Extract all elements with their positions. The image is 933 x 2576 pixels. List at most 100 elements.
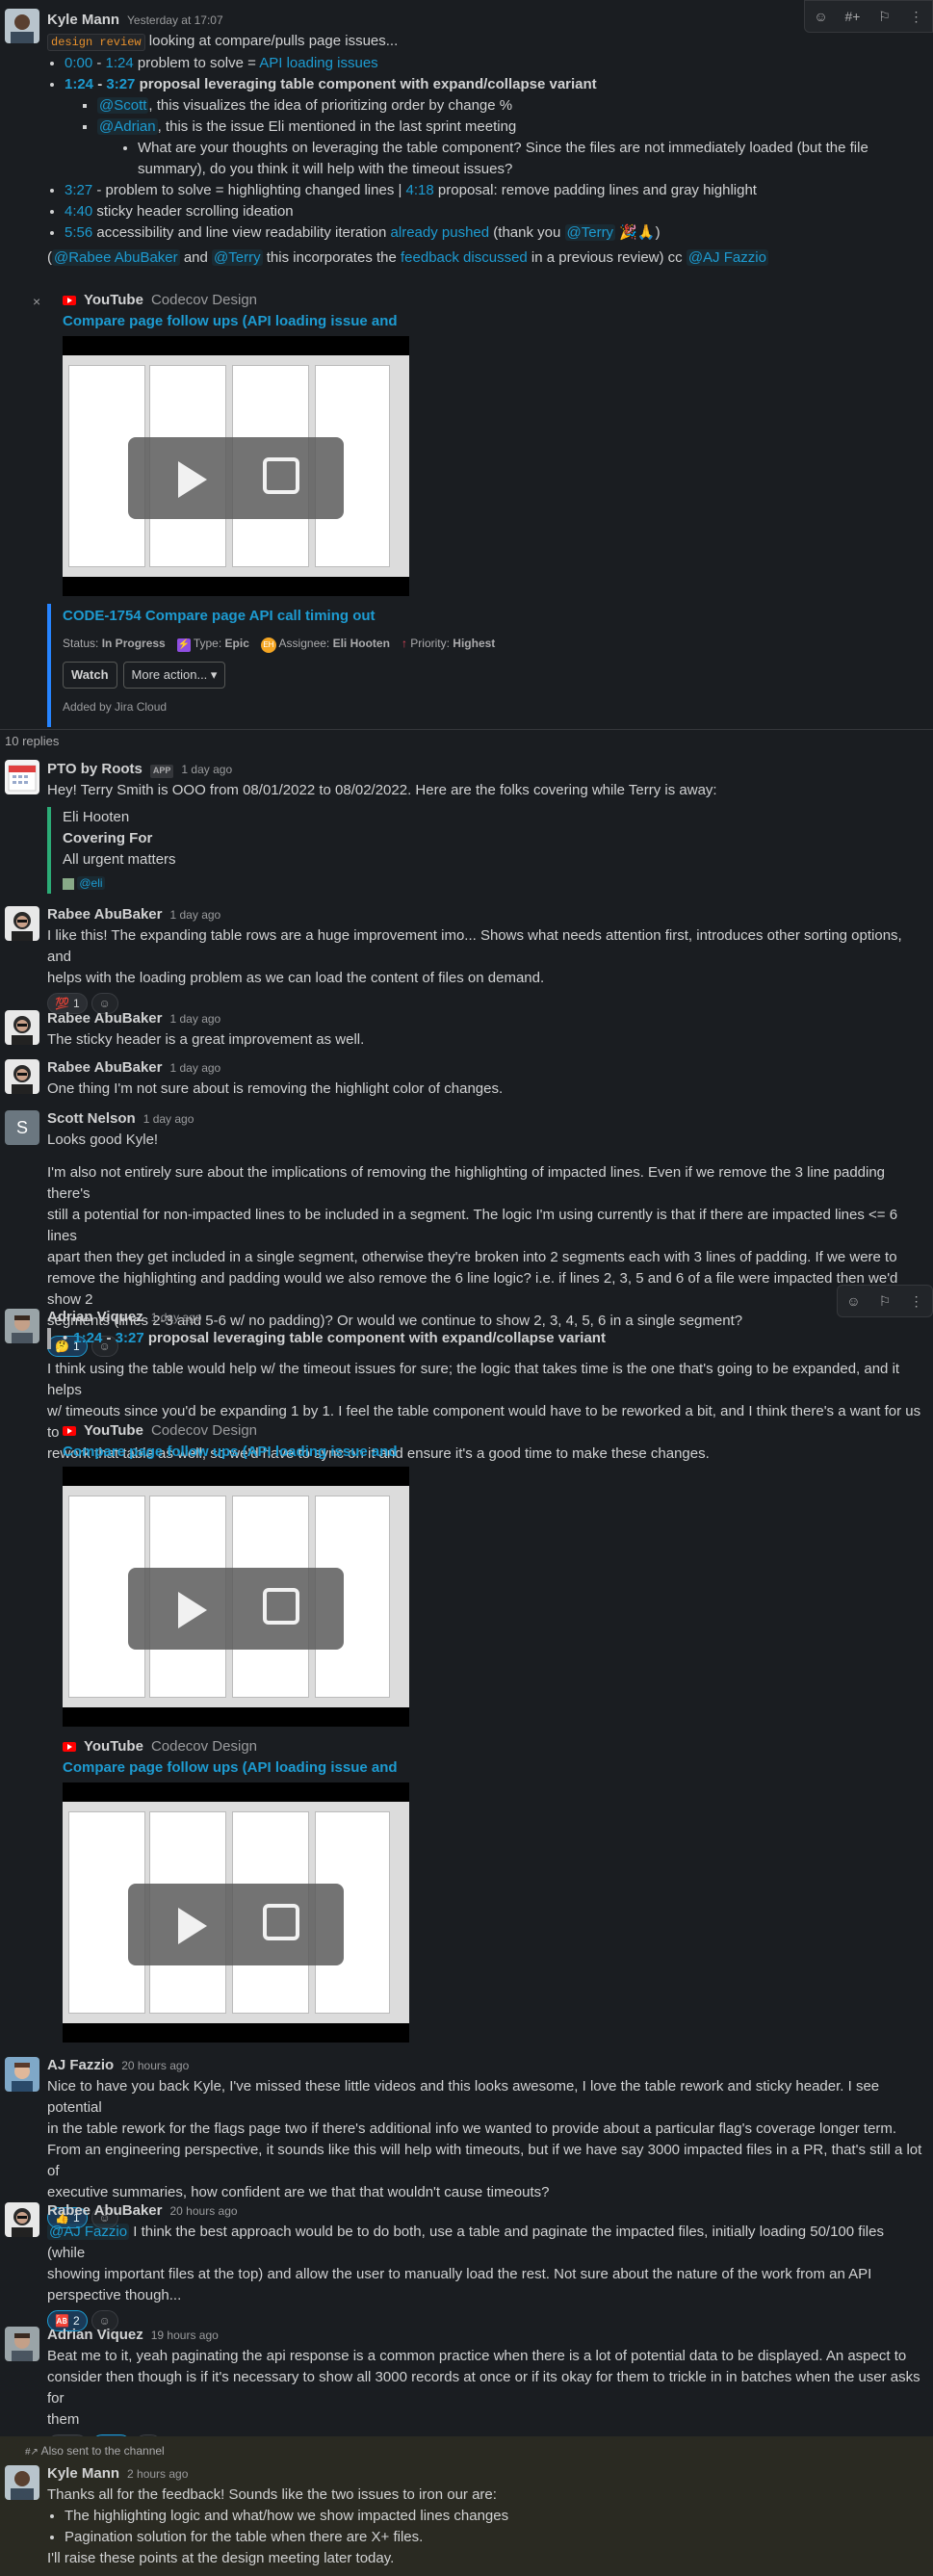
mention[interactable]: @AJ Fazzio	[47, 2224, 130, 2240]
yt-source[interactable]: YouTube	[84, 1736, 143, 1758]
play-icon[interactable]	[178, 461, 207, 498]
list-item: @Adrian, this is the issue Eli mentioned…	[97, 117, 925, 138]
timestamp[interactable]: 1 day ago	[170, 906, 221, 924]
yt-channel[interactable]: Codecov Design	[151, 290, 257, 312]
youtube-attachment: YouTube Codecov Design Compare page follo…	[63, 1420, 409, 1727]
yt-source[interactable]: YouTube	[84, 290, 143, 312]
message-rabee: Rabee AbuBaker 1 day ago I like this! The…	[0, 904, 933, 1015]
author-name[interactable]: Rabee AbuBaker	[47, 2200, 163, 2223]
timestamp-link[interactable]: 1:24	[73, 1330, 102, 1346]
tag-code: design review	[47, 34, 145, 51]
watch-button[interactable]: Watch	[63, 662, 117, 689]
jira-footer: Added by Jira Cloud	[63, 700, 168, 714]
close-icon[interactable]: ×	[33, 292, 40, 312]
api-loading-link[interactable]: API loading issues	[259, 55, 377, 71]
video-thumbnail[interactable]	[63, 336, 409, 596]
mention[interactable]: @Adrian	[97, 118, 158, 135]
author-name[interactable]: Adrian Viquez	[47, 2325, 143, 2347]
message-text: Thanks all for the feedback! Sounds like…	[47, 2486, 497, 2503]
mention[interactable]: @Scott	[97, 97, 149, 114]
timestamp-link[interactable]: 1:24	[106, 55, 134, 71]
timestamp-link[interactable]: 4:18	[406, 182, 434, 198]
timestamp[interactable]: 2 hours ago	[127, 2465, 188, 2483]
youtube-icon	[63, 296, 76, 305]
external-link-icon[interactable]	[263, 1904, 299, 1940]
list-item: 3:27 - problem to solve = highlighting c…	[65, 180, 925, 201]
timestamp[interactable]: 20 hours ago	[121, 2057, 189, 2074]
video-thumbnail[interactable]	[63, 1467, 409, 1727]
message-rabee: Rabee AbuBaker 1 day ago The sticky heade…	[0, 1008, 933, 1051]
author-name[interactable]: AJ Fazzio	[47, 2055, 114, 2077]
message-kyle: Kyle Mann Yesterday at 17:07 design revie…	[0, 10, 933, 269]
timestamp[interactable]: 19 hours ago	[151, 2327, 219, 2344]
yt-channel[interactable]: Codecov Design	[151, 1736, 257, 1758]
message-text: I'll raise these points at the design me…	[47, 2550, 395, 2566]
list-item: 4:40 sticky header scrolling ideation	[65, 201, 925, 222]
hashtag-arrow-icon: #↗	[25, 2447, 39, 2458]
timestamp[interactable]: Yesterday at 17:07	[127, 12, 223, 29]
mention[interactable]: @Terry	[212, 249, 263, 266]
cover-name: Eli Hooten	[63, 809, 130, 825]
user-avatar-icon	[63, 877, 74, 890]
video-thumbnail[interactable]	[63, 1782, 409, 2043]
author-name[interactable]: Rabee AbuBaker	[47, 904, 163, 926]
assignee-avatar-icon: EH	[260, 637, 276, 653]
message-text: looking at compare/pulls page issues...	[144, 33, 399, 49]
timestamp[interactable]: 1 day ago	[181, 761, 232, 778]
list-item: What are your thoughts on leveraging the…	[138, 138, 925, 180]
mention[interactable]: @Rabee AbuBaker	[52, 249, 180, 266]
timestamp[interactable]: 1 day ago	[170, 1010, 221, 1028]
list-item: 0:00 - 1:24 problem to solve = API loadi…	[65, 53, 925, 74]
youtube-icon	[63, 1742, 76, 1752]
timestamp[interactable]: 1 day ago	[143, 1110, 194, 1128]
play-icon[interactable]	[178, 1908, 207, 1944]
also-sent-label: #↗ Also sent to the channel	[25, 2444, 165, 2458]
timestamp[interactable]: 1 day ago	[151, 1309, 202, 1326]
yt-channel[interactable]: Codecov Design	[151, 1420, 257, 1443]
timestamp-link[interactable]: 4:40	[65, 203, 92, 220]
yt-source[interactable]: YouTube	[84, 1420, 143, 1443]
list-item: 1:24 - 3:27 proposal leveraging table co…	[65, 74, 925, 95]
replies-divider: 10 replies	[0, 729, 933, 752]
message-kyle: Kyle Mann 2 hours ago Thanks all for the …	[0, 2463, 933, 2569]
message-text: The sticky header is a great improvement…	[47, 1031, 365, 1048]
epic-icon: ⚡	[176, 638, 191, 652]
author-name[interactable]: Kyle Mann	[47, 2463, 119, 2485]
external-link-icon[interactable]	[263, 457, 299, 494]
more-action-select[interactable]: More action... ▾	[122, 662, 226, 689]
message-rabee: Rabee AbuBaker 1 day ago One thing I'm no…	[0, 1057, 933, 1100]
youtube-icon	[63, 1426, 76, 1436]
jira-type: Epic	[224, 637, 249, 650]
jira-title-link[interactable]: CODE-1754 Compare page API call timing o…	[63, 606, 509, 629]
timestamp-link[interactable]: 3:27	[65, 182, 92, 198]
timestamp[interactable]: 1 day ago	[170, 1059, 221, 1077]
mention[interactable]: @eli	[77, 876, 105, 890]
list-item: The highlighting logic and what/how we s…	[65, 2506, 925, 2527]
external-link-icon[interactable]	[263, 1588, 299, 1625]
jira-assignee: Eli Hooten	[332, 637, 390, 650]
author-name[interactable]: Scott Nelson	[47, 1108, 136, 1131]
mention[interactable]: @Terry	[564, 224, 616, 241]
timestamp-link[interactable]: 3:27	[106, 76, 135, 92]
feedback-link[interactable]: feedback discussed	[401, 249, 528, 266]
timestamp-link[interactable]: 3:27	[116, 1330, 144, 1346]
timestamp[interactable]: 20 hours ago	[170, 2202, 238, 2220]
author-name[interactable]: PTO by Roots	[47, 759, 143, 781]
priority-arrow-icon: ↑	[401, 637, 407, 650]
jira-priority: Highest	[453, 637, 496, 650]
already-pushed-link[interactable]: already pushed	[391, 224, 490, 241]
youtube-attachment: YouTube Codecov Design Compare page follo…	[63, 290, 409, 596]
author-name[interactable]: Kyle Mann	[47, 10, 119, 32]
play-icon[interactable]	[178, 1592, 207, 1628]
timestamp-link[interactable]: 1:24	[65, 76, 93, 92]
message-text: Looks good Kyle!	[47, 1132, 159, 1148]
youtube-attachment: YouTube Codecov Design Compare page follo…	[63, 1736, 409, 2043]
app-badge: APP	[149, 765, 174, 778]
mention[interactable]: @AJ Fazzio	[686, 249, 768, 266]
author-name[interactable]: Adrian Viquez	[47, 1307, 143, 1329]
author-name[interactable]: Rabee AbuBaker	[47, 1008, 163, 1030]
message-rabee: Rabee AbuBaker 20 hours ago @AJ Fazzio I …	[0, 2200, 933, 2332]
timestamp-link[interactable]: 5:56	[65, 224, 92, 241]
timestamp-link[interactable]: 0:00	[65, 55, 92, 71]
author-name[interactable]: Rabee AbuBaker	[47, 1057, 163, 1080]
